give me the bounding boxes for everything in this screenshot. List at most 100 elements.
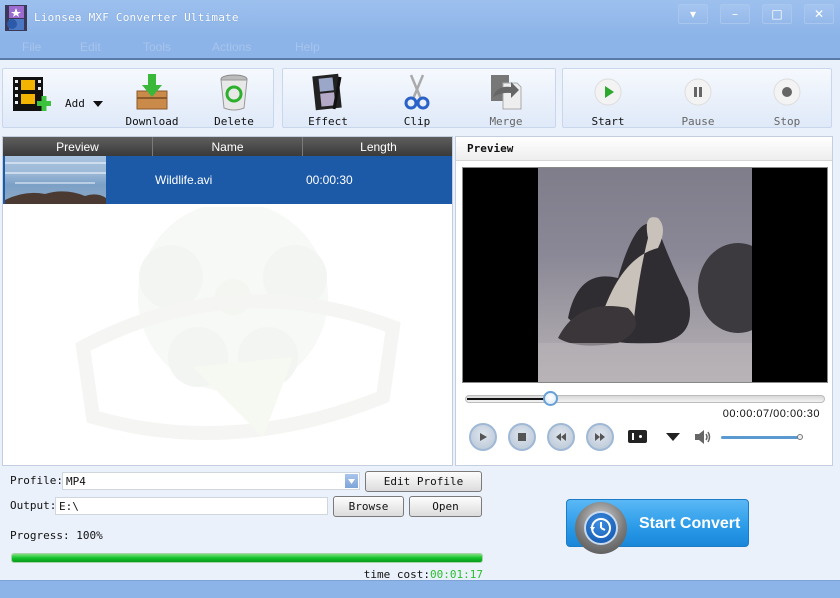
browse-button[interactable]: Browse — [333, 496, 404, 517]
stop-button[interactable]: Stop — [752, 69, 822, 129]
menu-help[interactable]: Help — [295, 40, 320, 54]
progress-bar — [11, 553, 483, 563]
dropdown-icon: ▾ — [689, 7, 697, 21]
title-bar: Lionsea MXF Converter Ultimate ▾ – □ ✕ — [0, 0, 840, 36]
maximize-icon: □ — [771, 7, 783, 21]
progress-fill — [12, 554, 482, 562]
open-button[interactable]: Open — [409, 496, 482, 517]
download-label: Download — [125, 115, 179, 128]
output-path-value: E:\ — [59, 500, 79, 513]
seek-slider[interactable] — [465, 391, 825, 406]
toolbar: Add Download Delete Effect Clip Merge St… — [0, 62, 840, 132]
horses-thumbnail-image — [5, 162, 106, 204]
menu-edit[interactable]: Edit — [80, 40, 101, 54]
pause-button[interactable]: Pause — [663, 69, 733, 129]
start-convert-button[interactable]: Start Convert — [566, 499, 749, 554]
clip-label: Clip — [403, 115, 431, 128]
delete-label: Delete — [214, 115, 254, 128]
edit-profile-button[interactable]: Edit Profile — [365, 471, 482, 492]
start-convert-label: Start Convert — [639, 515, 741, 532]
maximize-button[interactable]: □ — [762, 4, 792, 24]
film-reel-watermark-icon — [75, 207, 401, 440]
menu-actions[interactable]: Actions — [212, 40, 251, 54]
download-icon — [136, 74, 168, 110]
output-label: Output: — [10, 499, 57, 512]
clock-refresh-icon — [590, 518, 611, 538]
snapshot-camera-icon[interactable] — [628, 430, 647, 443]
app-window: Lionsea MXF Converter Ultimate ▾ – □ ✕ F… — [0, 0, 840, 598]
menu-file[interactable]: File — [22, 40, 41, 54]
add-button[interactable]: Add — [3, 69, 107, 129]
merge-label: Merge — [489, 115, 523, 128]
play-button[interactable] — [469, 423, 497, 451]
column-name[interactable]: Name — [153, 137, 303, 156]
video-player[interactable] — [462, 167, 828, 383]
profile-value: MP4 — [66, 475, 86, 488]
video-thumbnail — [5, 156, 106, 204]
volume-slider[interactable] — [721, 434, 803, 440]
window-menu-button[interactable]: ▾ — [678, 4, 708, 24]
file-name: Wildlife.avi — [155, 173, 213, 187]
stop-square-icon — [518, 433, 526, 441]
pause-icon — [684, 78, 712, 106]
profile-select[interactable]: MP4 — [62, 472, 360, 490]
app-logo-icon — [5, 5, 27, 31]
effect-label: Effect — [308, 115, 348, 128]
start-icon — [594, 78, 622, 106]
toolbar-group-edit: Effect Clip Merge — [282, 68, 556, 128]
rewind-button[interactable] — [547, 423, 575, 451]
file-list: Preview Name Length Wildlife.avi 00:00:3… — [2, 136, 453, 466]
download-button[interactable]: Download — [117, 69, 187, 129]
output-settings: Profile: MP4 Edit Profile Output: E:\ Br… — [0, 468, 840, 581]
close-icon: ✕ — [813, 7, 825, 21]
seek-handle[interactable] — [542, 391, 558, 406]
progress-label: Progress: 100% — [10, 529, 103, 542]
output-path-input[interactable]: E:\ — [55, 497, 328, 515]
seek-progress — [467, 398, 551, 400]
column-preview[interactable]: Preview — [3, 137, 153, 156]
merge-button[interactable]: Merge — [471, 69, 541, 129]
toolbar-group-file: Add Download Delete — [2, 68, 274, 128]
pause-label: Pause — [681, 115, 715, 128]
video-frame — [538, 168, 752, 382]
convert-orb — [575, 502, 627, 554]
profile-label: Profile: — [10, 474, 63, 487]
stop-label: Stop — [773, 115, 801, 128]
speaker-icon[interactable] — [694, 429, 712, 445]
stop-preview-button[interactable] — [508, 423, 536, 451]
column-length[interactable]: Length — [303, 137, 452, 156]
preview-header: Preview — [456, 137, 832, 161]
file-length: 00:00:30 — [306, 173, 353, 187]
snapshot-dropdown-icon[interactable] — [666, 433, 680, 441]
fast-forward-icon — [595, 433, 605, 441]
window-title: Lionsea MXF Converter Ultimate — [34, 11, 239, 24]
rewind-icon — [556, 433, 566, 441]
effect-button[interactable]: Effect — [293, 69, 363, 129]
profile-dropdown-icon[interactable] — [345, 474, 358, 488]
recycle-bin-icon — [220, 74, 248, 111]
minimize-button[interactable]: – — [720, 4, 750, 24]
clip-button[interactable]: Clip — [382, 69, 452, 129]
menu-tools[interactable]: Tools — [143, 40, 171, 54]
scissors-icon — [404, 74, 430, 110]
time-readout: 00:00:07/00:00:30 — [722, 408, 820, 420]
close-button[interactable]: ✕ — [804, 4, 834, 24]
volume-handle[interactable] — [797, 434, 803, 440]
status-bar — [0, 580, 840, 598]
start-button[interactable]: Start — [573, 69, 643, 129]
minimize-icon: – — [732, 7, 738, 21]
play-icon — [480, 433, 487, 441]
add-label: Add — [65, 97, 85, 110]
add-video-icon — [13, 77, 51, 111]
toolbar-group-playback: Start Pause Stop — [562, 68, 832, 128]
preview-panel: Preview 00:00:07/00:00:30 — [455, 136, 833, 466]
delete-button[interactable]: Delete — [199, 69, 269, 129]
list-header: Preview Name Length — [3, 137, 452, 156]
start-label: Start — [591, 115, 625, 128]
add-dropdown-icon[interactable] — [93, 101, 103, 107]
sea-lions-video-image — [538, 217, 752, 382]
menu-bar: File Edit Tools Actions Help — [0, 36, 840, 60]
table-row[interactable]: Wildlife.avi 00:00:30 — [3, 156, 452, 204]
merge-icon — [491, 75, 522, 110]
fast-forward-button[interactable] — [586, 423, 614, 451]
